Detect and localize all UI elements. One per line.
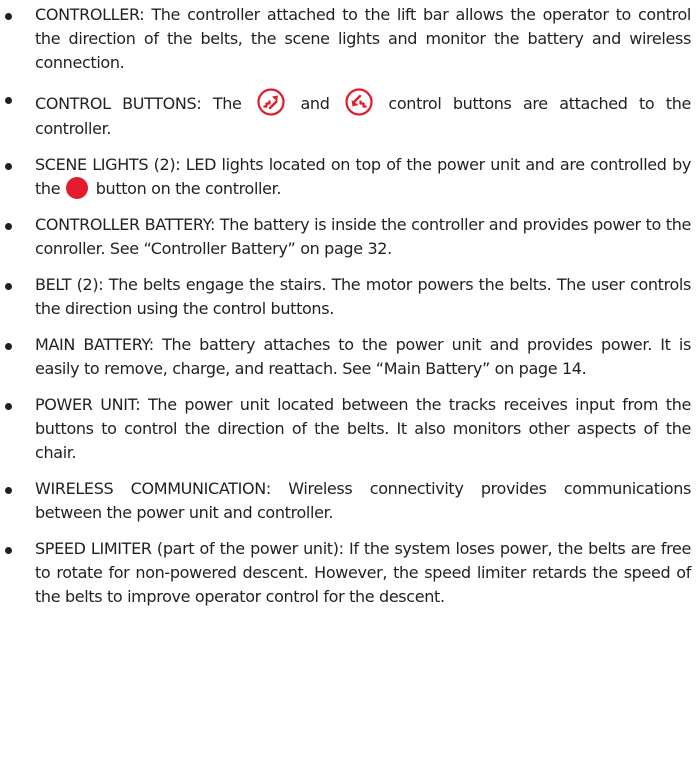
red-circle-button-icon bbox=[65, 177, 88, 199]
stair-climb-up-icon bbox=[256, 87, 286, 117]
list-item-speed-limiter: SPEED LIMITER (part of the power unit): … bbox=[0, 537, 691, 609]
item-text: CONTROLLER BATTERY: The battery is insid… bbox=[35, 215, 691, 258]
list-item-control-buttons: CONTROL BUTTONS: The and control buttons… bbox=[0, 87, 691, 141]
item-text-after: button on the controller. bbox=[95, 179, 282, 198]
document-page: CONTROLLER: The controller attached to t… bbox=[0, 0, 699, 768]
item-text: CONTROLLER: The controller attached to t… bbox=[35, 5, 691, 72]
bullet-icon bbox=[5, 403, 12, 410]
list-item-belt: BELT (2): The belts engage the stairs. T… bbox=[0, 273, 691, 321]
list-item-main-battery: MAIN BATTERY: The battery attaches to th… bbox=[0, 333, 691, 381]
list-item-wireless-communication: WIRELESS COMMUNICATION: Wireless connect… bbox=[0, 477, 691, 525]
bullet-icon bbox=[5, 343, 12, 350]
list-item-scene-lights: SCENE LIGHTS (2): LED lights located on … bbox=[0, 153, 691, 201]
bullet-icon bbox=[5, 97, 12, 104]
item-text: SPEED LIMITER (part of the power unit): … bbox=[35, 539, 691, 606]
item-text-middle: and bbox=[300, 94, 330, 113]
feature-list: CONTROLLER: The controller attached to t… bbox=[0, 3, 691, 609]
item-text: BELT (2): The belts engage the stairs. T… bbox=[35, 275, 691, 318]
item-text: WIRELESS COMMUNICATION: Wireless connect… bbox=[35, 479, 691, 522]
bullet-icon bbox=[5, 547, 12, 554]
bullet-icon bbox=[5, 487, 12, 494]
bullet-icon bbox=[5, 13, 12, 20]
bullet-icon bbox=[5, 283, 12, 290]
bullet-icon bbox=[5, 223, 12, 230]
list-item-controller: CONTROLLER: The controller attached to t… bbox=[0, 3, 691, 75]
list-item-power-unit: POWER UNIT: The power unit located betwe… bbox=[0, 393, 691, 465]
bullet-icon bbox=[5, 163, 12, 170]
item-text: MAIN BATTERY: The battery attaches to th… bbox=[35, 335, 691, 378]
stair-descend-icon bbox=[344, 87, 374, 117]
item-text-before: CONTROL BUTTONS: The bbox=[35, 94, 242, 113]
list-item-controller-battery: CONTROLLER BATTERY: The battery is insid… bbox=[0, 213, 691, 261]
item-text: POWER UNIT: The power unit located betwe… bbox=[35, 395, 691, 462]
